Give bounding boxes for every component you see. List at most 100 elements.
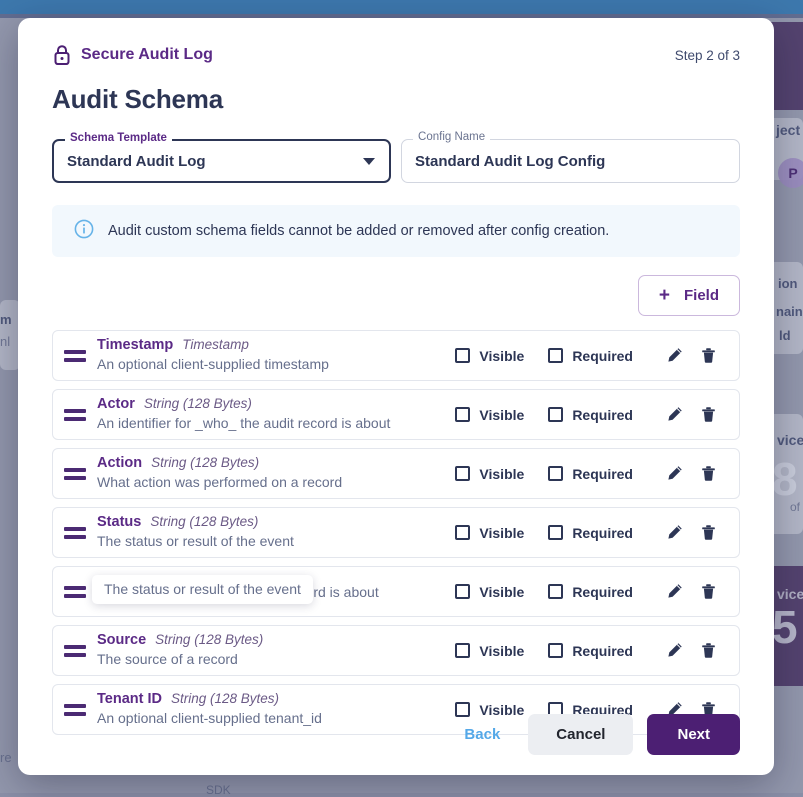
table-row: Status String (128 Bytes) The status or re… [52,507,740,558]
audit-schema-modal: Secure Audit Log Step 2 of 3 Audit Schem… [18,18,774,775]
required-checkbox[interactable]: Required [548,584,633,600]
schema-template-select[interactable]: Schema Template Standard Audit Log [52,132,392,183]
cancel-button[interactable]: Cancel [528,714,634,755]
field-type: String (128 Bytes) [143,396,252,412]
checkbox-box [548,407,564,422]
pencil-icon[interactable] [657,518,691,548]
field-description: The source of a record [97,650,238,667]
bg-avatar: P [778,158,803,188]
pencil-icon[interactable] [657,400,691,430]
bg-text-fragment: m [0,312,12,327]
required-checkbox[interactable]: Required [548,407,633,423]
visible-checkbox[interactable]: Visible [455,407,524,423]
visible-checkbox[interactable]: Visible [455,466,524,482]
bg-bignumber-1: 8 [772,453,798,505]
required-checkbox[interactable]: Required [548,643,633,659]
field-controls: Visible Required [455,341,739,371]
pencil-icon[interactable] [657,577,691,607]
checkbox-box [455,466,471,481]
required-checkbox[interactable]: Required [548,525,633,541]
checkbox-box [455,643,471,658]
field-info: An identifier for what the audit record … [97,582,455,602]
visible-checkbox[interactable]: Visible [455,525,524,541]
visible-label: Visible [479,347,525,364]
add-field-label: Field [683,287,719,304]
visible-checkbox[interactable]: Visible [455,643,524,659]
page-title: Audit Schema [52,84,223,114]
visible-label: Visible [479,524,525,541]
table-row: Action String (128 Bytes) What action was … [52,448,740,499]
checkbox-box [455,407,471,422]
bg-text-fragment: ld [779,328,791,343]
drag-handle-icon[interactable] [53,585,97,598]
field-type: String (128 Bytes) [170,691,280,707]
required-label: Required [572,524,633,541]
field-heading: Tenant ID String (128 Bytes) [97,691,455,708]
field-type: String (128 Bytes) [151,455,260,471]
bg-text-fragment: vice [777,432,803,448]
field-controls: Visible Required [455,400,739,430]
drag-handle-icon[interactable] [53,408,97,421]
chevron-down-icon [363,157,376,165]
browser-tab-strip [0,0,803,14]
field-info: Actor String (128 Bytes) An identifier for… [97,396,455,433]
trash-icon[interactable] [691,636,725,666]
field-controls: Visible Required [455,518,739,548]
required-label: Required [572,406,633,423]
trash-icon[interactable] [691,400,725,430]
trash-icon[interactable] [691,577,725,607]
trash-icon[interactable] [691,518,725,548]
field-heading: Source String (128 Bytes) [97,632,455,649]
field-description: An optional client-supplied timestamp [97,355,329,372]
visible-checkbox[interactable]: Visible [455,348,524,364]
add-field-row: + Field [52,275,740,316]
next-button[interactable]: Next [647,714,740,755]
visible-label: Visible [479,642,525,659]
bg-text-fragment: vice [777,586,803,602]
drag-handle-icon[interactable] [53,349,97,362]
trash-icon[interactable] [691,341,725,371]
drag-handle-icon[interactable] [53,526,97,539]
bg-text-fragment: nain [776,304,803,319]
checkbox-box [455,584,471,599]
field-type: String (128 Bytes) [150,514,259,530]
field-description: An identifier for _who_ the audit record… [97,414,391,431]
checkbox-box [548,525,564,540]
field-name: Action [97,455,143,472]
field-info: Status String (128 Bytes) The status or re… [97,514,455,551]
visible-label: Visible [479,465,525,482]
pencil-icon[interactable] [657,459,691,489]
trash-icon[interactable] [691,459,725,489]
checkbox-box [455,525,471,540]
field-name: Source [97,632,147,649]
bg-text-fragment: SDK [206,783,231,797]
required-checkbox[interactable]: Required [548,466,633,482]
lock-icon [52,44,72,66]
field-name: Status [97,514,142,531]
field-controls: Visible Required [455,636,739,666]
bg-text-fragment: nl [0,334,11,349]
checkbox-box [548,643,564,658]
step-indicator: Step 2 of 3 [674,47,740,63]
field-info: Timestamp Timestamp An optional client-sup… [97,337,455,374]
plus-icon: + [658,285,670,306]
drag-handle-icon[interactable] [53,644,97,657]
field-controls: Visible Required [455,577,739,607]
config-name-input[interactable]: Config Name Standard Audit Log Config [401,131,740,183]
add-field-button[interactable]: + Field [637,275,740,316]
required-label: Required [572,642,633,659]
pencil-icon[interactable] [657,341,691,371]
info-banner: Audit custom schema fields cannot be add… [52,205,740,257]
form-row: Schema Template Standard Audit Log Confi… [52,131,740,183]
drag-handle-icon[interactable] [53,467,97,480]
back-button[interactable]: Back [450,716,514,753]
field-info: Action String (128 Bytes) What action was … [97,455,455,492]
visible-checkbox[interactable]: Visible [455,584,524,600]
required-label: Required [572,465,633,482]
pencil-icon[interactable] [657,636,691,666]
required-checkbox[interactable]: Required [548,348,633,364]
schema-template-value: Standard Audit Log [67,152,206,170]
info-banner-text: Audit custom schema fields cannot be add… [108,223,610,239]
bg-text-fragment: of [790,500,801,514]
field-name: Actor [97,396,135,413]
